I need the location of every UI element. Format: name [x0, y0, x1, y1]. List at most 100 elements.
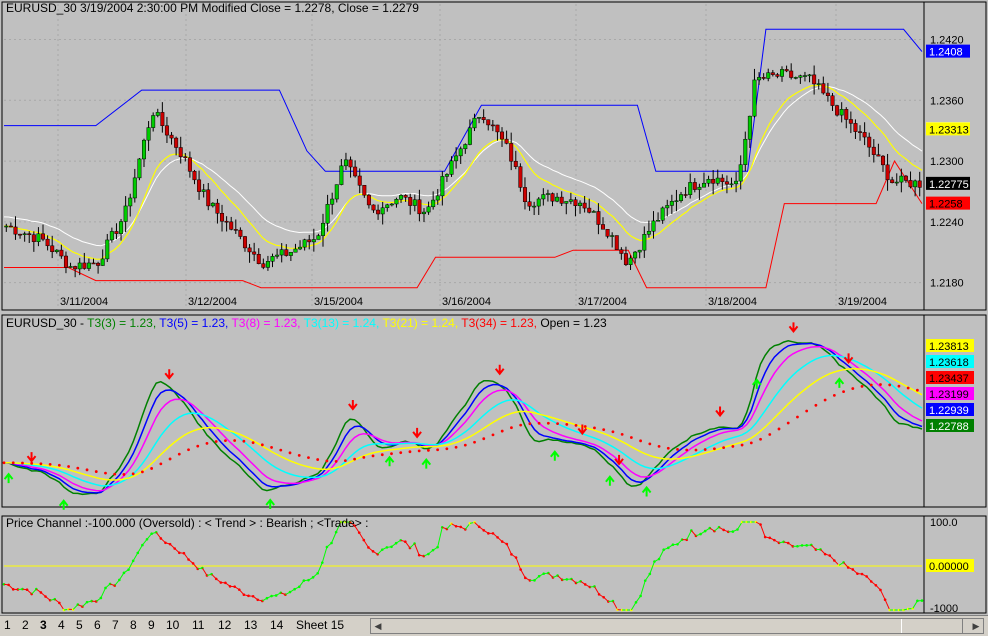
- t3-34-dot: [492, 433, 495, 436]
- sheet-tab[interactable]: 4: [58, 618, 65, 633]
- candle-body: [372, 205, 375, 210]
- t3-34-dot: [584, 425, 587, 428]
- t3-34-dot: [67, 465, 70, 468]
- t3-34-dot: [888, 384, 891, 387]
- sheet-tab[interactable]: 2: [22, 618, 29, 633]
- candle-body: [615, 236, 618, 250]
- sheet-tab[interactable]: 10: [166, 618, 179, 633]
- t3-34-dot: [270, 446, 273, 449]
- t3-34-dot: [372, 454, 375, 457]
- price-tick-label: 1.2180: [930, 278, 964, 290]
- candle-body: [28, 234, 31, 235]
- date-label: 3/16/2004: [442, 296, 491, 308]
- t3-34-dot: [242, 440, 245, 443]
- candle-body: [234, 229, 237, 230]
- candle-body: [638, 250, 641, 252]
- date-label: 3/19/2004: [838, 296, 887, 308]
- t3-34-dot: [667, 447, 670, 450]
- candle-body: [243, 237, 246, 248]
- t3-legend-entry: T3(34) = 1.23,: [461, 316, 540, 330]
- t3-legend-prefix: EURUSD_30 -: [6, 316, 87, 330]
- t3-34-dot: [898, 385, 901, 388]
- candle-body: [688, 182, 691, 194]
- t3-panel[interactable]: [2, 315, 924, 507]
- sheet-tab[interactable]: 1: [4, 618, 11, 633]
- candle-body: [225, 221, 228, 222]
- t3-34-dot: [602, 428, 605, 431]
- scroll-thumb[interactable]: [901, 619, 963, 633]
- t3-34-dot: [547, 422, 550, 425]
- t3-34-dot: [916, 389, 919, 392]
- scroll-left-icon[interactable]: ◀: [371, 619, 385, 633]
- sheet-tab[interactable]: Sheet 15: [296, 618, 344, 633]
- candle-body: [390, 204, 393, 205]
- t3-34-dot: [842, 390, 845, 393]
- scroll-right-icon[interactable]: ▶: [969, 619, 983, 633]
- candle-body: [248, 248, 251, 252]
- sheet-tab[interactable]: 7: [112, 618, 119, 633]
- channel-panel[interactable]: [2, 516, 924, 613]
- candle-body: [574, 200, 577, 206]
- t3-34-dot: [206, 442, 209, 445]
- date-label: 3/11/2004: [60, 296, 108, 308]
- t3-34-dot: [3, 461, 6, 464]
- candle-body: [312, 239, 315, 241]
- candle-body: [780, 69, 783, 76]
- sheet-tab[interactable]: 6: [94, 618, 101, 633]
- price-panel[interactable]: [2, 2, 924, 310]
- t3-34-dot: [113, 473, 116, 476]
- candle-body: [913, 181, 916, 187]
- t3-34-dot: [58, 464, 61, 467]
- sheet-tab[interactable]: 13: [244, 618, 257, 633]
- sheet-tab[interactable]: 11: [192, 618, 204, 633]
- candle-body: [464, 144, 467, 148]
- sheet-tab[interactable]: 14: [270, 618, 283, 633]
- price-tick-label: 1.2300: [930, 156, 964, 168]
- sheet-tab[interactable]: 5: [76, 618, 83, 633]
- candle-body: [652, 221, 655, 231]
- horizontal-scrollbar[interactable]: ◀ ▶: [370, 618, 984, 634]
- date-label: 3/17/2004: [578, 296, 627, 308]
- candle-body: [845, 109, 848, 119]
- candle-body: [115, 231, 118, 233]
- sheet-tab[interactable]: 3: [40, 618, 47, 633]
- t3-value-text: 1.23437: [929, 373, 969, 385]
- candle-body: [849, 119, 852, 123]
- candle-body: [450, 161, 453, 175]
- sheet-tab[interactable]: 12: [218, 618, 231, 633]
- t3-34-dot: [399, 451, 402, 454]
- t3-34-dot: [648, 442, 651, 445]
- sheet-tab[interactable]: 9: [148, 618, 155, 633]
- candle-body: [629, 258, 632, 265]
- candle-body: [184, 157, 187, 158]
- channel-dot: [921, 599, 924, 602]
- candle-body: [5, 226, 8, 227]
- candle-body: [656, 220, 659, 221]
- candle-body: [519, 167, 522, 188]
- candle-body: [647, 231, 650, 234]
- candle-body: [50, 246, 53, 252]
- candle-body: [197, 180, 200, 192]
- t3-34-dot: [731, 445, 734, 448]
- t3-value-text: 1.23199: [929, 389, 969, 401]
- candle-body: [18, 234, 21, 235]
- price-tick-label: 1.2360: [930, 95, 964, 107]
- zero-value-text: 0.00000: [929, 561, 969, 573]
- candle-body: [330, 199, 333, 204]
- candle-body: [87, 263, 90, 269]
- t3-34-dot: [805, 410, 808, 413]
- candle-body: [886, 165, 889, 180]
- t3-34-dot: [565, 423, 568, 426]
- sheet-tab[interactable]: 8: [130, 618, 137, 633]
- t3-34-dot: [741, 444, 744, 447]
- candle-body: [620, 250, 623, 254]
- t3-34-dot: [639, 439, 642, 442]
- candle-body: [702, 183, 705, 187]
- candle-body: [321, 223, 324, 235]
- t3-34-dot: [279, 449, 282, 452]
- t3-34-dot: [482, 437, 485, 440]
- candle-body: [716, 178, 719, 183]
- t3-34-dot: [455, 446, 458, 449]
- candle-body: [436, 196, 439, 200]
- candle-body: [881, 156, 884, 165]
